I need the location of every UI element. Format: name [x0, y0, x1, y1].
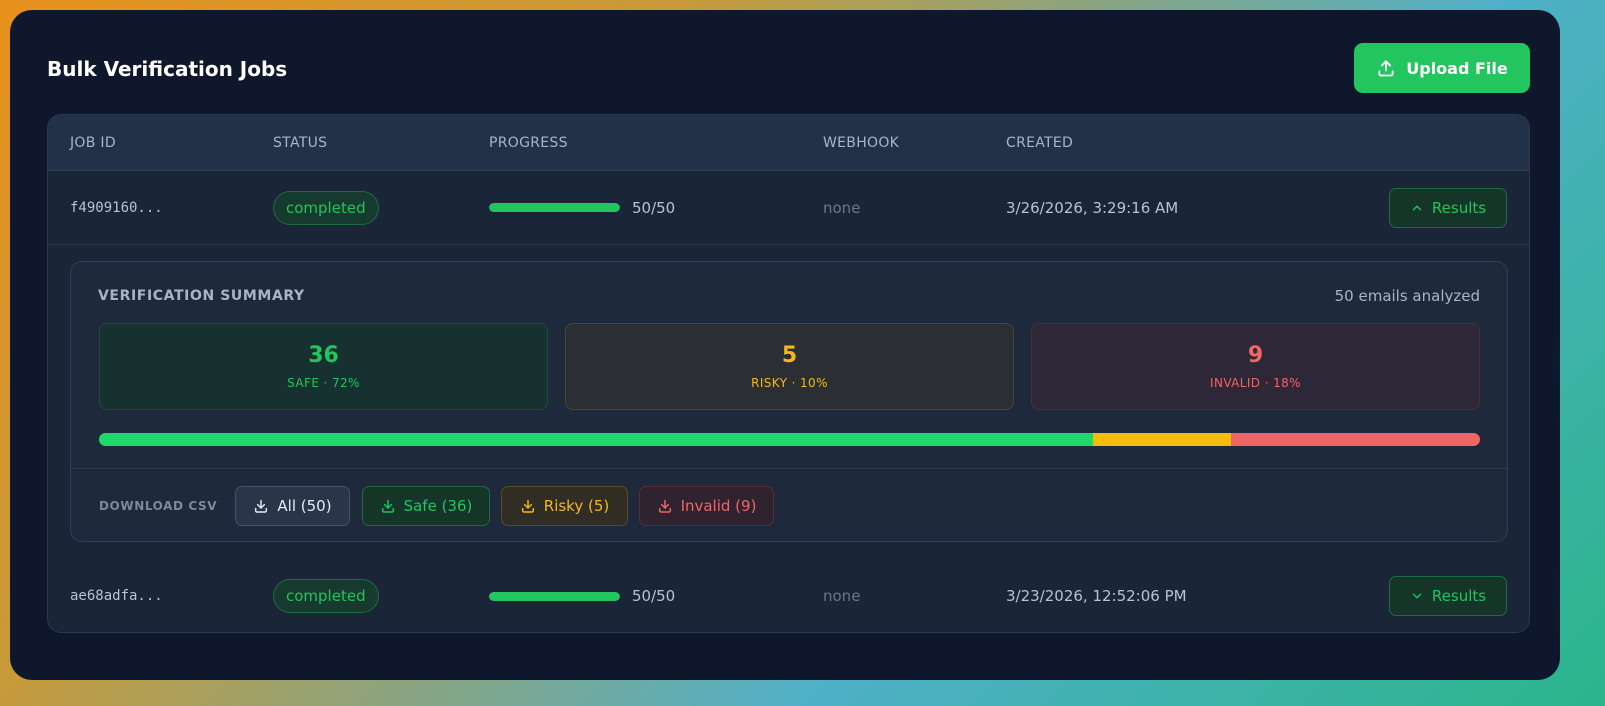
download-csv-row: DOWNLOAD CSV All (50) Safe (36) Risky (5… — [71, 468, 1507, 543]
progress-text: 50/50 — [632, 198, 676, 217]
download-risky-label: Risky (5) — [543, 497, 610, 515]
column-header-created: CREATED — [1006, 135, 1074, 151]
download-icon — [380, 498, 396, 514]
job-id: f4909160... — [70, 199, 163, 216]
download-safe-label: Safe (36) — [403, 497, 473, 515]
download-icon — [253, 498, 269, 514]
download-all-label: All (50) — [277, 497, 332, 515]
results-label: Results — [1431, 198, 1487, 217]
results-label: Results — [1431, 587, 1487, 605]
progress-bar — [489, 203, 620, 212]
progress-bar — [489, 591, 620, 601]
progress-fill — [489, 591, 620, 601]
upload-file-label: Upload File — [1406, 58, 1508, 78]
page-title: Bulk Verification Jobs — [47, 57, 288, 81]
download-icon — [657, 498, 673, 514]
download-icon — [520, 498, 536, 514]
results-toggle-button[interactable]: Results — [1389, 576, 1507, 616]
table-row: f4909160... completed 50/50 none 3/26/20… — [48, 171, 1529, 245]
distribution-bar — [99, 433, 1480, 446]
safe-stat-card: 36 SAFE · 72% — [99, 323, 548, 410]
created-date: 3/23/2026, 12:52:06 PM — [1006, 587, 1187, 605]
column-header-job-id: JOB ID — [70, 135, 116, 151]
table-header: JOB ID STATUS PROGRESS WEBHOOK CREATED — [48, 115, 1529, 171]
column-header-progress: PROGRESS — [489, 135, 568, 151]
summary-title: VERIFICATION SUMMARY — [98, 288, 305, 304]
risky-stat-card: 5 RISKY · 10% — [565, 323, 1014, 410]
distribution-risky-segment — [1093, 433, 1232, 446]
jobs-table: JOB ID STATUS PROGRESS WEBHOOK CREATED f… — [47, 114, 1530, 633]
emails-analyzed-count: 50 emails analyzed — [1334, 287, 1480, 305]
distribution-safe-segment — [99, 433, 1094, 446]
upload-icon — [1376, 58, 1396, 78]
column-header-status: STATUS — [273, 135, 328, 151]
job-id: ae68adfa... — [70, 588, 163, 604]
risky-label: RISKY · 10% — [751, 376, 828, 390]
progress-cell: 50/50 — [489, 199, 675, 217]
webhook-value: none — [823, 587, 861, 605]
upload-file-button[interactable]: Upload File — [1354, 43, 1530, 93]
distribution-invalid-segment — [1231, 433, 1480, 446]
download-risky-button[interactable]: Risky (5) — [501, 486, 628, 526]
progress-cell: 50/50 — [489, 587, 675, 605]
progress-fill — [489, 203, 620, 212]
table-row: ae68adfa... completed 50/50 none 3/23/20… — [48, 559, 1529, 632]
chevron-up-icon — [1410, 201, 1424, 215]
status-badge: completed — [273, 579, 379, 613]
invalid-stat-card: 9 INVALID · 18% — [1031, 323, 1480, 410]
invalid-count: 9 — [1247, 343, 1264, 368]
webhook-value: none — [823, 198, 861, 217]
download-invalid-button[interactable]: Invalid (9) — [639, 486, 774, 526]
download-csv-label: DOWNLOAD CSV — [99, 499, 218, 513]
created-date: 3/26/2026, 3:29:16 AM — [1006, 198, 1179, 217]
risky-count: 5 — [781, 343, 798, 368]
download-safe-button[interactable]: Safe (36) — [362, 486, 490, 526]
column-header-webhook: WEBHOOK — [823, 135, 900, 151]
safe-count: 36 — [308, 343, 339, 368]
jobs-panel: Bulk Verification Jobs Upload File JOB I… — [10, 10, 1560, 680]
verification-summary: VERIFICATION SUMMARY 50 emails analyzed … — [70, 261, 1508, 542]
status-badge: completed — [273, 190, 379, 225]
progress-text: 50/50 — [632, 587, 676, 605]
results-toggle-button[interactable]: Results — [1389, 187, 1507, 228]
invalid-label: INVALID · 18% — [1210, 376, 1301, 390]
safe-label: SAFE · 72% — [287, 376, 360, 390]
download-all-button[interactable]: All (50) — [235, 486, 350, 526]
download-invalid-label: Invalid (9) — [680, 497, 757, 515]
chevron-down-icon — [1410, 589, 1424, 603]
